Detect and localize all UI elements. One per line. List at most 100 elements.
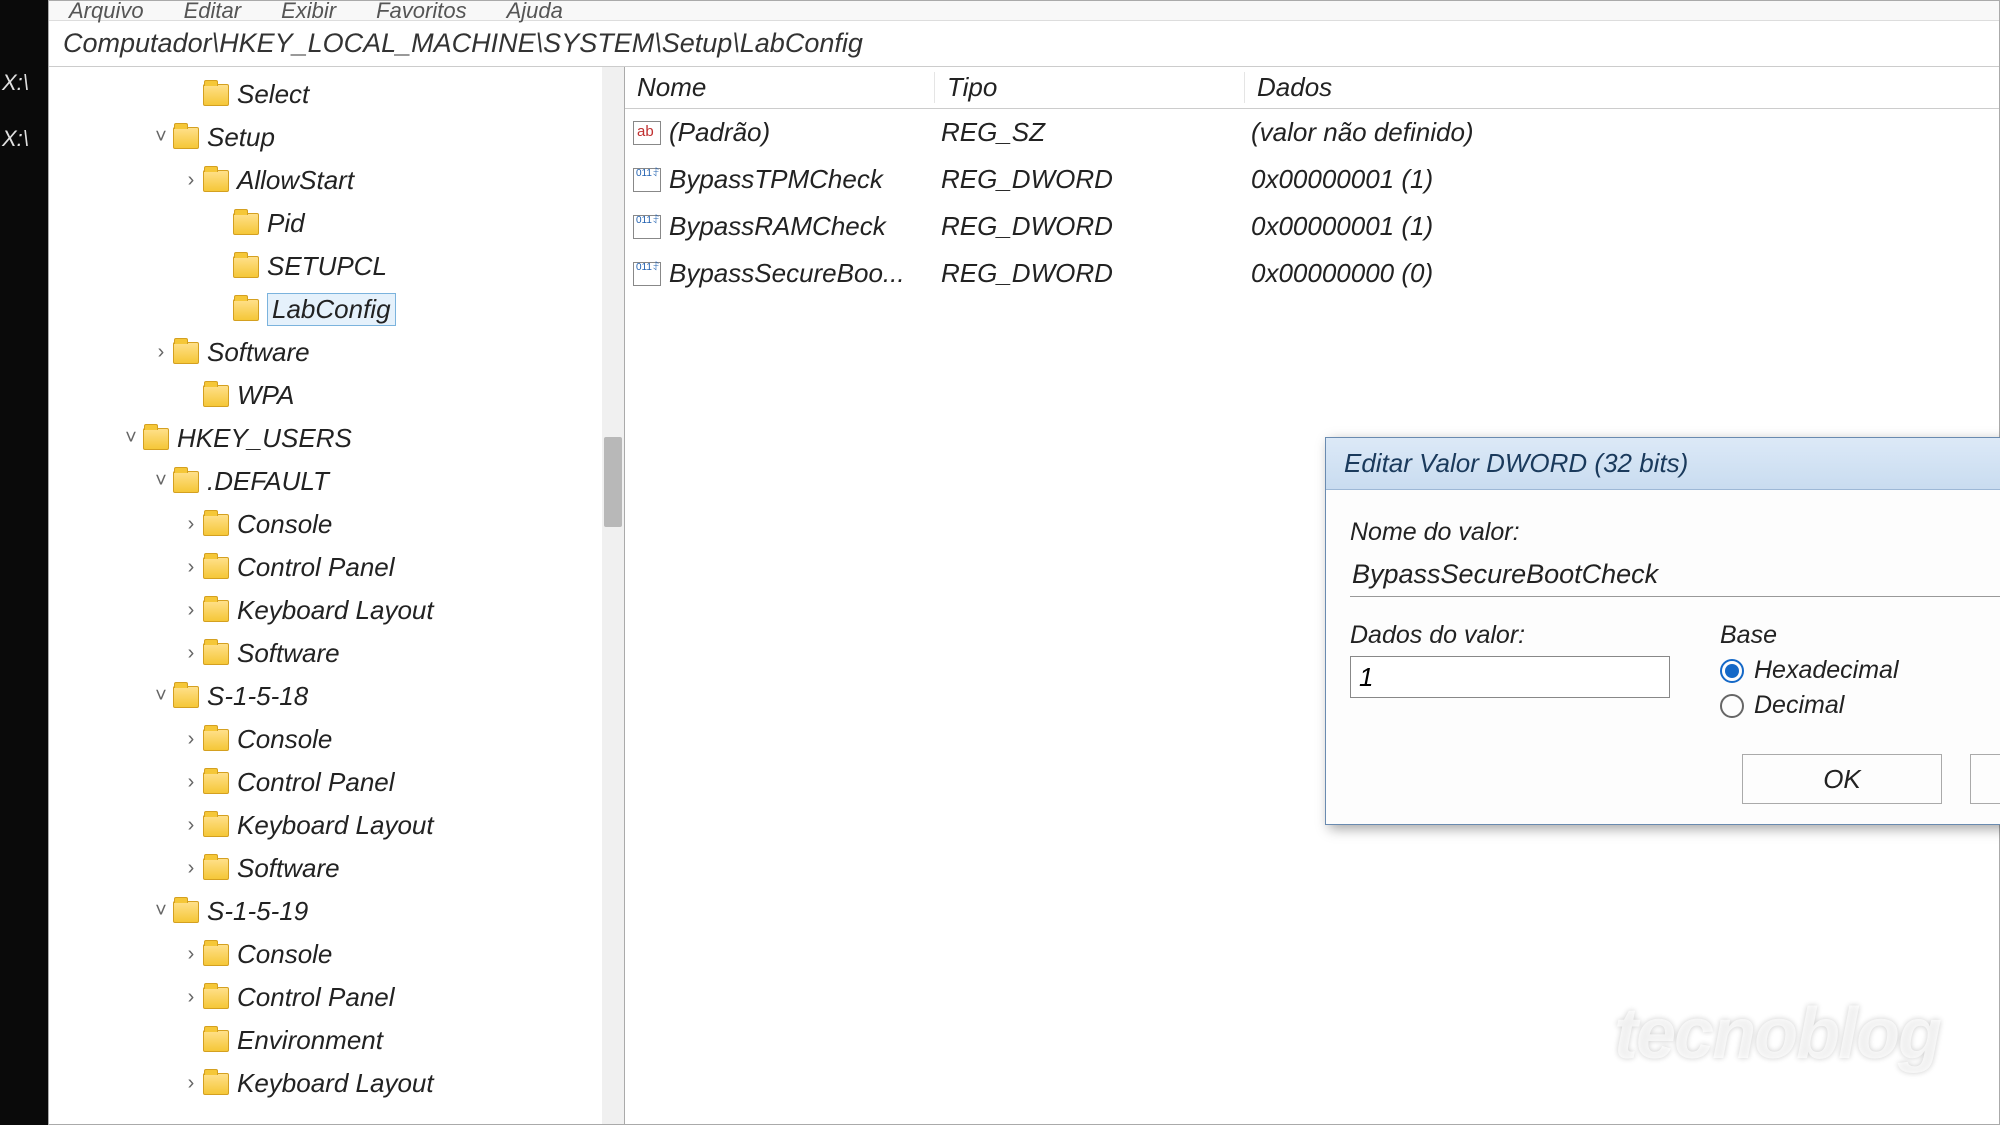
tree-item[interactable]: ›Console (49, 933, 624, 976)
registry-tree[interactable]: Select˅Setup›AllowStartPid SETUPCL LabConf… (49, 67, 624, 1105)
tree-item[interactable]: ˅S-1-5-18 (49, 675, 624, 718)
tree-item[interactable]: ›AllowStart (49, 159, 624, 202)
col-header-type[interactable]: Tipo (935, 72, 1245, 103)
chevron-right-icon[interactable]: › (179, 986, 203, 1009)
tree-item[interactable]: LabConfig (49, 288, 624, 331)
value-name: BypassSecureBoo... (669, 258, 905, 289)
tree-item[interactable]: ›Control Panel (49, 976, 624, 1019)
tree-item[interactable]: › Console (49, 503, 624, 546)
chevron-down-icon[interactable]: ˅ (149, 685, 173, 708)
tree-item[interactable]: Pid (49, 202, 624, 245)
main-area: Select˅Setup›AllowStartPid SETUPCL LabConf… (49, 67, 1999, 1124)
edit-dword-dialog: Editar Valor DWORD (32 bits) X Nome do v… (1325, 437, 2000, 825)
chevron-right-icon[interactable]: › (179, 814, 203, 837)
tree-item[interactable]: ˅ .DEFAULT (49, 460, 624, 503)
tree-item[interactable]: Select (49, 73, 624, 116)
tree-item[interactable]: ˅Setup (49, 116, 624, 159)
chevron-right-icon[interactable]: › (179, 513, 203, 536)
chevron-right-icon[interactable]: › (179, 642, 203, 665)
menu-favorites[interactable]: Favoritos (376, 0, 466, 24)
tree-item[interactable]: WPA (49, 374, 624, 417)
folder-icon (203, 772, 229, 794)
folder-icon (203, 729, 229, 751)
value-row[interactable]: BypassRAMCheckREG_DWORD0x00000001 (1) (625, 203, 1999, 250)
tree-item[interactable]: ›Keyboard Layout (49, 804, 624, 847)
chevron-right-icon[interactable]: › (179, 857, 203, 880)
ok-button[interactable]: OK (1742, 754, 1942, 804)
cell-name: BypassTPMCheck (625, 164, 935, 195)
cell-data: 0x00000001 (1) (1245, 211, 1999, 242)
tree-item-label: SETUPCL (267, 251, 387, 282)
radio-dec-label: Decimal (1754, 691, 1844, 720)
radio-dec-row[interactable]: Decimal (1720, 691, 1899, 720)
cell-name: BypassSecureBoo... (625, 258, 935, 289)
tree-item[interactable]: › Software (49, 847, 624, 890)
tree-item-label: Software (237, 853, 340, 884)
folder-icon (203, 84, 229, 106)
tree-item-label: Console (237, 509, 332, 540)
radio-dec[interactable] (1720, 694, 1744, 718)
folder-icon (203, 514, 229, 536)
tree-item[interactable]: ›Software (49, 331, 624, 374)
tree-item[interactable]: ›Software (49, 632, 624, 675)
value-data-input[interactable] (1350, 656, 1670, 698)
chevron-down-icon[interactable]: ˅ (119, 427, 143, 450)
tree-item[interactable]: SETUPCL (49, 245, 624, 288)
tree-item-label: Keyboard Layout (237, 1068, 434, 1099)
folder-icon (203, 600, 229, 622)
menu-view[interactable]: Exibir (281, 0, 336, 24)
chevron-down-icon[interactable]: ˅ (149, 126, 173, 149)
chevron-right-icon[interactable]: › (179, 728, 203, 751)
value-row[interactable]: BypassTPMCheckREG_DWORD0x00000001 (1) (625, 156, 1999, 203)
value-list[interactable]: (Padrão)REG_SZ(valor não definido)Bypass… (625, 109, 1999, 297)
chevron-right-icon[interactable]: › (179, 771, 203, 794)
chevron-down-icon[interactable]: ˅ (149, 900, 173, 923)
col-header-data[interactable]: Dados (1245, 72, 1999, 103)
tree-item-label: Console (237, 724, 332, 755)
value-name: BypassTPMCheck (669, 164, 883, 195)
radio-hex[interactable] (1720, 659, 1744, 683)
chevron-right-icon[interactable]: › (179, 943, 203, 966)
tree-item[interactable]: › Keyboard Layout (49, 1062, 624, 1105)
menu-edit[interactable]: Editar (184, 0, 241, 24)
bg-text: X:\ (2, 126, 46, 152)
tree-item-label: .DEFAULT (207, 466, 329, 497)
folder-icon (203, 1030, 229, 1052)
tree-item[interactable]: › Console (49, 718, 624, 761)
chevron-right-icon[interactable]: › (179, 169, 203, 192)
scrollbar-thumb[interactable] (604, 437, 622, 527)
chevron-right-icon[interactable]: › (179, 599, 203, 622)
col-header-name[interactable]: Nome (625, 72, 935, 103)
tree-item[interactable]: ˅ S-1-5-19 (49, 890, 624, 933)
folder-icon (203, 170, 229, 192)
value-row[interactable]: BypassSecureBoo...REG_DWORD0x00000000 (0… (625, 250, 1999, 297)
chevron-down-icon[interactable]: ˅ (149, 470, 173, 493)
value-list-panel: Nome Tipo Dados (Padrão)REG_SZ(valor não… (625, 67, 1999, 1124)
menu-file[interactable]: Arquivo (69, 0, 144, 24)
chevron-right-icon[interactable]: › (179, 1072, 203, 1095)
tree-item[interactable]: ›Control Panel (49, 761, 624, 804)
radio-hex-row[interactable]: Hexadecimal (1720, 656, 1899, 685)
tree-item[interactable]: ›Keyboard Layout (49, 589, 624, 632)
tree-item-label: S-1-5-19 (207, 896, 308, 927)
address-text: Computador\HKEY_LOCAL_MACHINE\SYSTEM\Set… (63, 28, 863, 59)
chevron-right-icon[interactable]: › (149, 341, 173, 364)
folder-icon (203, 987, 229, 1009)
tree-item-label: HKEY_USERS (177, 423, 352, 454)
value-name-field[interactable]: BypassSecureBootCheck (1350, 553, 2000, 597)
dialog-titlebar[interactable]: Editar Valor DWORD (32 bits) X (1326, 438, 2000, 490)
list-header: Nome Tipo Dados (625, 67, 1999, 109)
tree-item[interactable]: ˅ HKEY_USERS (49, 417, 624, 460)
tree-scrollbar[interactable] (602, 67, 624, 1124)
tree-item[interactable]: Environment (49, 1019, 624, 1062)
folder-icon (203, 643, 229, 665)
cancel-button[interactable]: Cancelar (1970, 754, 2000, 804)
cell-data: 0x00000001 (1) (1245, 164, 1999, 195)
value-row[interactable]: (Padrão)REG_SZ(valor não definido) (625, 109, 1999, 156)
address-bar[interactable]: Computador\HKEY_LOCAL_MACHINE\SYSTEM\Set… (49, 21, 1999, 67)
menu-help[interactable]: Ajuda (507, 0, 563, 24)
tree-item[interactable]: ›Control Panel (49, 546, 624, 589)
cell-data: (valor não definido) (1245, 117, 1999, 148)
cell-name: BypassRAMCheck (625, 211, 935, 242)
chevron-right-icon[interactable]: › (179, 556, 203, 579)
